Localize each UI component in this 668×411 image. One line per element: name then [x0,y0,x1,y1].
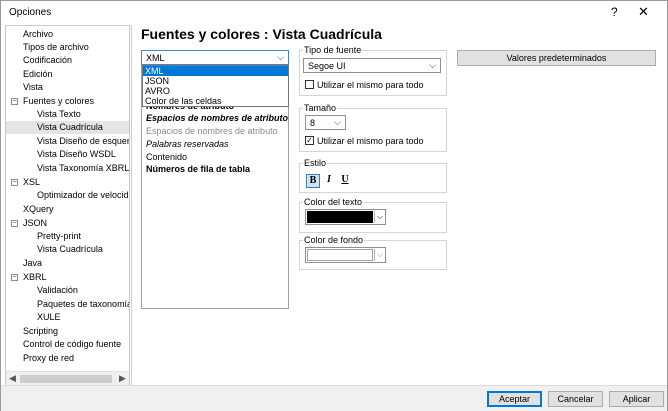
tree-item-vista-diseno-esquema[interactable]: Vista Diseño de esquema [37,135,129,148]
font-family-value: Segoe UI [308,61,346,71]
accept-button[interactable]: Aceptar [487,391,542,407]
tree-item-xbrl[interactable]: XBRL [23,271,47,284]
tree-item-edicion[interactable]: Edición [23,68,53,81]
list-item[interactable]: Palabras reservadas [146,139,229,149]
defaults-button[interactable]: Valores predeterminados [457,50,656,66]
dropdown-option-xml[interactable]: XML [143,66,288,76]
tree-item-vista[interactable]: Vista [23,81,43,94]
tree-item-vista-texto[interactable]: Vista Texto [37,108,81,121]
size-group-label: Tamaño [303,103,338,113]
style-group-label: Estilo [303,158,328,168]
background-color-group-label: Color de fondo [303,235,365,245]
tree-item-proxy-de-red[interactable]: Proxy de red [23,352,74,365]
underline-button[interactable]: U [338,174,352,188]
chevron-down-icon: ⌵ [429,60,436,70]
dropdown-option-color-celdas[interactable]: Color de las celdas [143,96,288,106]
font-size-select[interactable]: 8 ⌵ [305,115,346,130]
list-item[interactable]: Contenido [146,152,187,162]
size-same-for-all-label: Utilizar el mismo para todo [317,136,424,146]
tree-item-xule[interactable]: XULE [37,311,61,324]
tree-item-vista-cuadricula[interactable]: Vista Cuadrícula [6,121,129,134]
chevron-down-icon: ⌵ [277,52,284,62]
scrollbar-thumb[interactable] [20,375,112,383]
bold-button[interactable]: B [306,174,320,188]
scroll-left-icon[interactable]: ◀ [9,373,16,384]
format-select-value: XML [146,53,165,63]
tree-item-fuentes-y-colores[interactable]: Fuentes y colores [23,95,94,108]
font-same-for-all-checkbox[interactable] [305,80,314,89]
tree-item-xsl[interactable]: XSL [23,176,40,189]
background-color-swatch [307,249,373,261]
tree-item-pretty-print[interactable]: Pretty-print [37,230,81,243]
tree-item-vista-diseno-wsdl[interactable]: Vista Diseño WSDL [37,148,116,161]
list-item[interactable]: Espacios de nombres de atributo [146,113,288,123]
collapse-icon[interactable]: − [11,274,18,281]
tree-item-tipos-de-archivo[interactable]: Tipos de archivo [23,41,89,54]
page-title: Fuentes y colores : Vista Cuadrícula [141,26,382,42]
tree-item-optimizador-velocidad[interactable]: Optimizador de velocidad [37,189,129,202]
font-group-label: Tipo de fuente [303,45,363,55]
tree-item-validacion[interactable]: Validación [37,284,78,297]
tree-horizontal-scrollbar[interactable]: ◀ ▶ [6,371,129,385]
title-bar: Opciones ? ✕ [1,1,667,25]
collapse-icon[interactable]: − [11,220,18,227]
tree-item-archivo[interactable]: Archivo [23,28,53,41]
options-dialog: Opciones ? ✕ Archivo Tipos de archivo Co… [0,0,668,411]
format-select[interactable]: XML ⌵ [141,50,289,65]
apply-button[interactable]: Aplicar [609,391,664,407]
dropdown-option-json[interactable]: JSON [143,76,288,86]
options-tree: Archivo Tipos de archivo Codificación Ed… [5,25,130,386]
tree-item-json-vista-cuadricula[interactable]: Vista Cuadrícula [37,243,103,256]
tree-item-xquery[interactable]: XQuery [23,203,54,216]
format-dropdown-list: XML JSON AVRO Color de las celdas [142,65,289,107]
font-size-value: 8 [310,118,316,128]
scroll-right-icon[interactable]: ▶ [119,373,126,384]
collapse-icon[interactable]: − [11,98,18,105]
list-item[interactable]: Números de fila de tabla [146,164,250,174]
chevron-down-icon: ⌵ [334,117,341,127]
dialog-footer: Aceptar Cancelar Aplicar [1,385,667,411]
size-same-for-all-checkbox[interactable]: ✓ [305,136,314,145]
dialog-title: Opciones [9,7,52,18]
chevron-down-icon[interactable]: ⌵ [374,249,385,261]
tree-item-scripting[interactable]: Scripting [23,325,58,338]
collapse-icon[interactable]: − [11,179,18,186]
tree-item-control-codigo-fuente[interactable]: Control de código fuente [23,338,121,351]
help-icon[interactable]: ? [611,5,618,19]
tree-item-codificacion[interactable]: Codificación [23,54,72,67]
font-family-select[interactable]: Segoe UI ⌵ [303,58,441,73]
tree-item-json[interactable]: JSON [23,217,47,230]
dropdown-option-avro[interactable]: AVRO [143,86,288,96]
text-color-swatch [307,211,373,223]
pane-divider[interactable] [131,25,132,386]
text-color-picker[interactable]: ⌵ [305,209,386,225]
chevron-down-icon[interactable]: ⌵ [374,211,385,223]
text-color-group-label: Color del texto [303,197,364,207]
font-same-for-all-label: Utilizar el mismo para todo [317,80,424,90]
cancel-button[interactable]: Cancelar [548,391,603,407]
list-item[interactable]: Espacios de nombres de atributo [146,126,278,136]
close-icon[interactable]: ✕ [638,4,649,20]
tree-item-paquetes-taxonomia[interactable]: Paquetes de taxonomía [37,298,129,311]
background-color-picker[interactable]: ⌵ [305,247,386,263]
italic-button[interactable]: I [322,174,336,188]
tree-item-vista-taxonomia-xbrl[interactable]: Vista Taxonomía XBRL [37,162,129,175]
tree-item-java[interactable]: Java [23,257,42,270]
